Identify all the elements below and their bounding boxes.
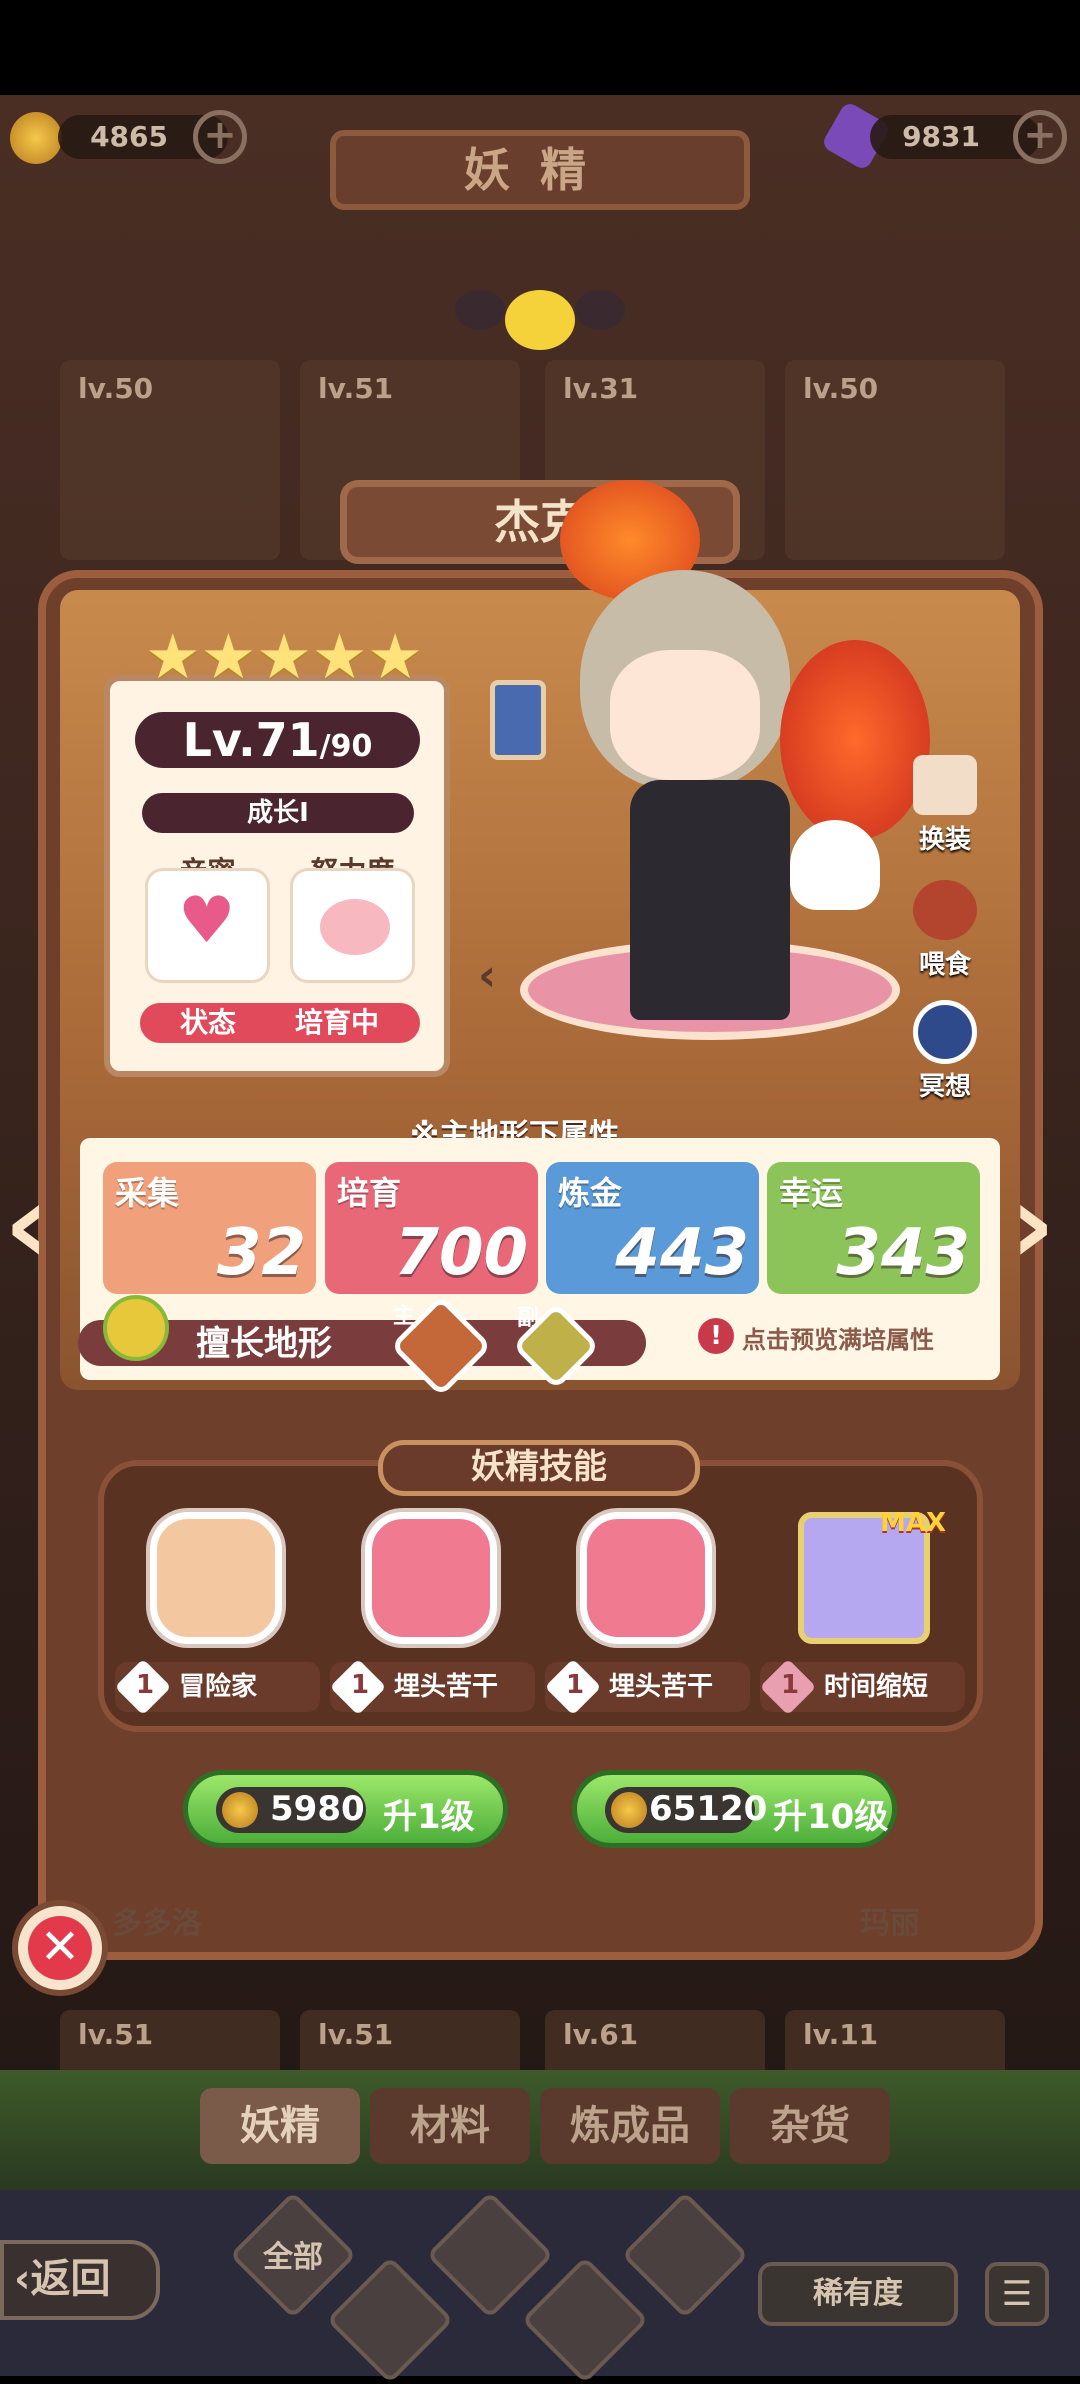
upgrade-1-label: 升1级: [383, 1797, 475, 1837]
fairy-card-level: lv.11: [803, 2018, 879, 2051]
attr-name: 采集: [115, 1174, 180, 1212]
add-gems-button[interactable]: +: [1013, 110, 1067, 164]
meditate-label: 冥想: [918, 1072, 971, 1102]
fairy-card-level: lv.61: [563, 2018, 639, 2051]
prev-fairy-arrow[interactable]: ‹: [4, 1160, 49, 1288]
rarity-sort-button[interactable]: 稀有度: [758, 2262, 958, 2326]
back-button[interactable]: ‹返回: [0, 2240, 160, 2320]
filter-all-label: 全部: [263, 2240, 323, 2275]
tab-materials[interactable]: 材料: [370, 2088, 530, 2164]
skill-max-badge: MAX: [880, 1508, 947, 1538]
skill-hardwork-icon[interactable]: [365, 1512, 497, 1644]
upgrade-10-cost: 65120: [649, 1789, 768, 1829]
attr-name: 培育: [337, 1174, 402, 1212]
meat-icon: [913, 880, 977, 940]
card-book-icon[interactable]: [490, 680, 546, 760]
skill-adventurer-icon[interactable]: [150, 1512, 282, 1644]
attr-luck[interactable]: 幸运 343: [767, 1162, 980, 1294]
pink-blob-icon: [320, 899, 390, 955]
character-body: [630, 780, 790, 1020]
skill-hardwork-icon[interactable]: [580, 1512, 712, 1644]
skill-level: 1: [781, 1670, 800, 1700]
fairy-card-level: lv.51: [318, 372, 394, 405]
coin-icon: [10, 112, 62, 164]
back-arrow-icon: ‹: [14, 2256, 31, 2302]
upgrade-1-cost: 5980: [270, 1789, 365, 1829]
skill-level: 1: [351, 1670, 370, 1700]
info-icon: !: [698, 1318, 734, 1354]
attr-value: 32: [216, 1216, 306, 1290]
upgrade-10-label: 升10级: [773, 1797, 889, 1837]
bat-decoration: [505, 290, 575, 350]
bottom-card-name: 玛丽: [860, 1906, 920, 1941]
ghost-pet: [790, 820, 880, 910]
status-pill: 状态 培育中: [140, 1003, 420, 1043]
outfit-button[interactable]: 换装: [905, 755, 985, 855]
star-icon: ★: [367, 620, 423, 693]
fairy-card-level: lv.50: [803, 372, 879, 405]
preview-max-link[interactable]: 点击预览满培属性: [742, 1320, 934, 1355]
level-value: Lv.71: [182, 713, 320, 767]
upgrade-1-button[interactable]: 5980 升1级: [183, 1770, 508, 1848]
star-icon: ★: [145, 620, 201, 693]
sort-order-icon[interactable]: ☰: [985, 2262, 1049, 2326]
coin-icon: [611, 1792, 647, 1828]
fairy-card[interactable]: lv.50: [60, 360, 280, 560]
bottom-card-name: 多多洛: [112, 1906, 202, 1941]
star-icon: ★: [311, 620, 368, 693]
skill-level: 1: [136, 1670, 155, 1700]
character-face: [610, 650, 760, 780]
coin-icon: [222, 1792, 258, 1828]
page-title: 妖精: [330, 130, 750, 210]
swirl-icon: [913, 1000, 977, 1064]
outfit-label: 换装: [918, 825, 971, 855]
outfit-icon: [913, 755, 977, 815]
attr-value: 700: [394, 1216, 528, 1290]
close-button[interactable]: ✕: [12, 1900, 108, 1996]
fairy-character[interactable]: [560, 480, 960, 1040]
back-label: 返回: [30, 2256, 111, 2302]
feed-label: 喂食: [918, 950, 971, 980]
effort-box[interactable]: [290, 868, 415, 983]
next-fairy-arrow[interactable]: ›: [1010, 1160, 1055, 1288]
status-label: 状态: [180, 1006, 237, 1039]
tab-fairy[interactable]: 妖精: [200, 2088, 360, 2164]
main-terrain-tag: 主: [393, 1304, 416, 1329]
feed-button[interactable]: 喂食: [905, 880, 985, 980]
star-rating: ★★★★★: [145, 620, 425, 693]
attr-name: 炼金: [558, 1174, 623, 1212]
collapse-arrow-icon[interactable]: ‹: [478, 950, 496, 1001]
meditate-button[interactable]: 冥想: [905, 1000, 985, 1102]
fairy-card-level: lv.51: [78, 2018, 154, 2051]
add-coins-button[interactable]: +: [193, 110, 247, 164]
star-icon: ★: [256, 620, 312, 693]
attr-nurture[interactable]: 培育 700: [325, 1162, 538, 1294]
upgrade-10-button[interactable]: 65120 升10级: [572, 1770, 897, 1848]
status-value: 培育中: [295, 1006, 380, 1039]
sprout-icon: [103, 1295, 169, 1361]
tab-products[interactable]: 炼成品: [540, 2088, 720, 2164]
level-max: /90: [319, 729, 373, 764]
terrain-label: 擅长地形: [196, 1324, 332, 1364]
close-icon: ✕: [28, 1916, 92, 1980]
attr-gather[interactable]: 采集 32: [103, 1162, 316, 1294]
intimacy-box[interactable]: ♥: [145, 868, 270, 983]
attr-value: 443: [615, 1216, 749, 1290]
heart-icon: ♥: [178, 884, 236, 958]
fairy-card-level: lv.31: [563, 372, 639, 405]
attr-name: 幸运: [779, 1174, 844, 1212]
growth-pill: 成长I: [142, 793, 414, 833]
fairy-card-level: lv.50: [78, 372, 154, 405]
star-icon: ★: [200, 620, 257, 693]
attr-value: 343: [836, 1216, 970, 1290]
attr-alchemy[interactable]: 炼金 443: [546, 1162, 759, 1294]
tab-goods[interactable]: 杂货: [730, 2088, 890, 2164]
skills-title: 妖精技能: [378, 1440, 700, 1496]
skill-level: 1: [566, 1670, 585, 1700]
fairy-card-level: lv.51: [318, 2018, 394, 2051]
level-pill: Lv.71/90: [135, 712, 420, 768]
sub-terrain-tag: 副: [517, 1306, 540, 1331]
